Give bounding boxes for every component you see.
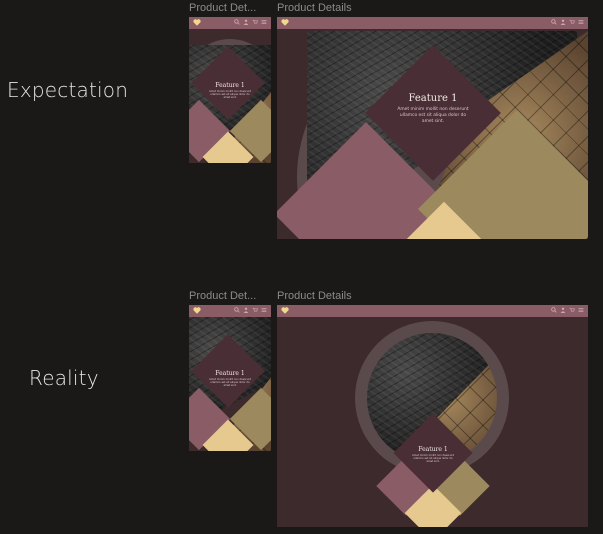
search-icon[interactable]	[234, 19, 240, 25]
heart-logo-icon[interactable]	[281, 306, 289, 315]
feature-description: Amet minim mollit non deserunt ullamco e…	[411, 454, 455, 464]
reality-label: Reality	[29, 366, 99, 390]
topbar	[189, 17, 271, 29]
feature-description: Amet minim mollit non deserunt ullamco e…	[208, 378, 252, 388]
reality-desktop-frame-title: Product Details	[277, 290, 352, 302]
menu-icon[interactable]	[261, 19, 267, 25]
expectation-mobile-frame-title: Product Det...	[189, 2, 257, 14]
expectation-label: Expectation	[7, 78, 129, 102]
feature-title: Feature 1	[215, 370, 245, 377]
cart-icon[interactable]	[569, 307, 575, 313]
feature-title: Feature 1	[418, 446, 448, 453]
topbar	[277, 305, 588, 317]
heart-logo-icon[interactable]	[193, 18, 201, 27]
feature-description: Amet minim mollit non deserunt ullamco e…	[397, 107, 469, 124]
reality-desktop-frame: Feature 1 Amet minim mollit non deserunt…	[277, 305, 588, 527]
cart-icon[interactable]	[252, 307, 258, 313]
menu-icon[interactable]	[578, 307, 584, 313]
feature-title: Feature 1	[408, 93, 458, 104]
search-icon[interactable]	[234, 307, 240, 313]
expectation-mobile-frame: Feature 1 Amet minim mollit non deserunt…	[189, 17, 271, 163]
reality-mobile-frame-title: Product Det...	[189, 290, 257, 302]
expectation-desktop-frame-title: Product Details	[277, 2, 352, 14]
topbar	[277, 17, 588, 29]
menu-icon[interactable]	[578, 19, 584, 25]
feature-title: Feature 1	[215, 82, 245, 89]
expectation-desktop-frame: Feature 1 Amet minim mollit non deserunt…	[277, 17, 588, 239]
search-icon[interactable]	[551, 307, 557, 313]
topbar	[189, 305, 271, 317]
cart-icon[interactable]	[569, 19, 575, 25]
user-icon[interactable]	[243, 19, 249, 25]
search-icon[interactable]	[551, 19, 557, 25]
feature-description: Amet minim mollit non deserunt ullamco e…	[208, 90, 252, 100]
cart-icon[interactable]	[252, 19, 258, 25]
user-icon[interactable]	[560, 307, 566, 313]
menu-icon[interactable]	[261, 307, 267, 313]
heart-logo-icon[interactable]	[193, 306, 201, 315]
reality-mobile-frame: Feature 1 Amet minim mollit non deserunt…	[189, 305, 271, 451]
user-icon[interactable]	[560, 19, 566, 25]
user-icon[interactable]	[243, 307, 249, 313]
heart-logo-icon[interactable]	[281, 18, 289, 27]
